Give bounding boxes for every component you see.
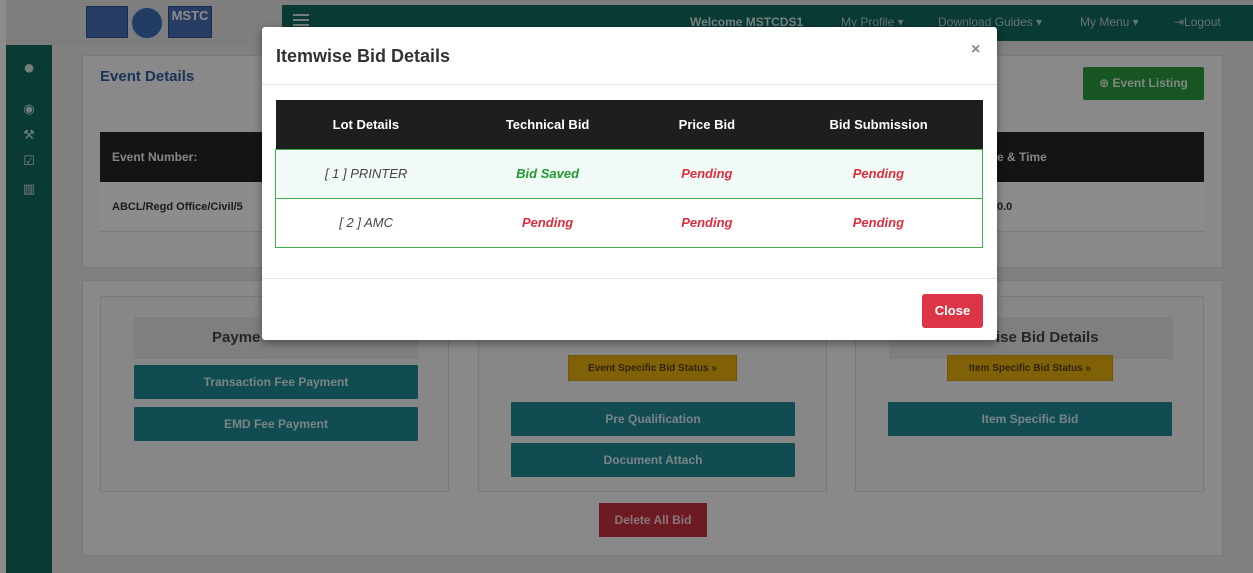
lot-details-header: Lot Details (275, 100, 457, 149)
bid-submission-status: Pending (774, 148, 983, 199)
table-header-row: Lot Details Technical Bid Price Bid Bid … (275, 100, 983, 149)
close-icon[interactable]: × (971, 41, 980, 59)
bid-submission-header: Bid Submission (774, 100, 983, 149)
table-row: [ 1 ] PRINTER Bid Saved Pending Pending (275, 148, 983, 199)
lot-cell: [ 1 ] PRINTER (275, 148, 457, 199)
modal-footer: Close (262, 278, 997, 340)
bid-submission-status: Pending (774, 197, 983, 248)
technical-bid-header: Technical Bid (456, 100, 639, 149)
lot-cell: [ 2 ] AMC (275, 197, 457, 248)
price-bid-status: Pending (638, 148, 775, 199)
modal-header: Itemwise Bid Details × (262, 27, 997, 85)
modal-title: Itemwise Bid Details (276, 46, 451, 66)
itemwise-bid-details-modal: Itemwise Bid Details × Lot Details Techn… (262, 27, 997, 340)
price-bid-status: Pending (638, 197, 775, 248)
technical-bid-status: Pending (456, 197, 639, 248)
bid-details-table: Lot Details Technical Bid Price Bid Bid … (275, 100, 983, 248)
technical-bid-status: Bid Saved (456, 148, 639, 199)
price-bid-header: Price Bid (638, 100, 775, 149)
close-button[interactable]: Close (922, 294, 983, 328)
table-row: [ 2 ] AMC Pending Pending Pending (275, 197, 983, 248)
